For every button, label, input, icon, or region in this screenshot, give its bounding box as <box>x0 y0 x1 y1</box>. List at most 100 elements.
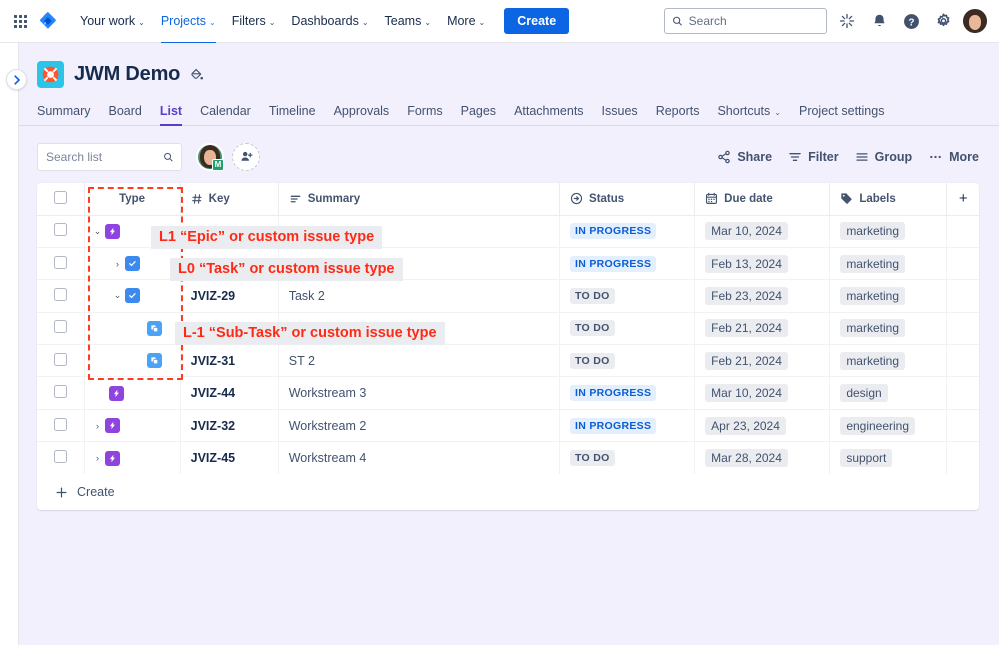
jira-logo-icon[interactable] <box>37 10 59 32</box>
row-labels-cell[interactable]: design <box>830 377 947 409</box>
row-due-cell[interactable]: Apr 23, 2024 <box>695 409 830 441</box>
tab-forms[interactable]: Forms <box>398 104 451 125</box>
row-checkbox-cell[interactable] <box>37 409 84 441</box>
row-checkbox-cell[interactable] <box>37 247 84 279</box>
row-key[interactable]: JVIZ-44 <box>180 377 278 409</box>
row-due-cell[interactable]: Mar 10, 2024 <box>695 377 830 409</box>
group-button[interactable]: Group <box>855 150 913 164</box>
row-due-cell[interactable]: Mar 10, 2024 <box>695 215 830 247</box>
tab-project-settings[interactable]: Project settings <box>790 104 893 125</box>
tab-attachments[interactable]: Attachments <box>505 104 592 125</box>
row-checkbox-cell[interactable] <box>37 377 84 409</box>
row-labels-cell[interactable]: marketing <box>830 247 947 279</box>
row-summary[interactable]: Workstream 3 <box>278 377 559 409</box>
list-search-box[interactable] <box>37 143 182 171</box>
row-due-cell[interactable]: Feb 21, 2024 <box>695 345 830 377</box>
row-due-cell[interactable]: Feb 21, 2024 <box>695 312 830 344</box>
global-search-box[interactable] <box>664 8 827 34</box>
expand-chevron-icon[interactable]: ⌄ <box>91 226 105 237</box>
col-summary[interactable]: Summary <box>278 183 559 215</box>
profile-avatar[interactable] <box>963 9 987 33</box>
row-labels-cell[interactable]: marketing <box>830 215 947 247</box>
col-select-all[interactable] <box>37 183 84 215</box>
row-summary[interactable]: Workstream 4 <box>278 442 559 474</box>
tab-summary[interactable]: Summary <box>37 104 99 125</box>
row-checkbox-cell[interactable] <box>37 345 84 377</box>
row-checkbox[interactable] <box>54 288 67 301</box>
row-summary[interactable]: ST 2 <box>278 345 559 377</box>
nav-item-your-work[interactable]: Your work ⌄ <box>73 9 152 33</box>
table-row[interactable]: JVIZ-44 Workstream 3 IN PROGRESS Mar 10,… <box>37 377 979 409</box>
tab-issues[interactable]: Issues <box>593 104 647 125</box>
row-checkbox[interactable] <box>54 450 67 463</box>
add-person-icon[interactable] <box>232 143 260 171</box>
row-labels-cell[interactable]: marketing <box>830 345 947 377</box>
tab-shortcuts[interactable]: Shortcuts ⌄ <box>708 104 790 125</box>
select-all-checkbox[interactable] <box>54 191 67 204</box>
nav-item-more[interactable]: More ⌄ <box>440 9 492 33</box>
row-checkbox[interactable] <box>54 353 67 366</box>
row-status-cell[interactable]: IN PROGRESS <box>560 377 695 409</box>
row-key[interactable]: JVIZ-45 <box>180 442 278 474</box>
nav-item-filters[interactable]: Filters ⌄ <box>225 9 283 33</box>
notifications-bell-icon[interactable] <box>867 9 891 33</box>
col-due-date[interactable]: Due date <box>695 183 830 215</box>
row-status-cell[interactable]: TO DO <box>560 280 695 312</box>
row-status-cell[interactable]: IN PROGRESS <box>560 409 695 441</box>
row-checkbox[interactable] <box>54 418 67 431</box>
row-checkbox-cell[interactable] <box>37 280 84 312</box>
row-labels-cell[interactable]: marketing <box>830 312 947 344</box>
row-summary[interactable]: Task 2 <box>278 280 559 312</box>
create-issue-row[interactable]: Create <box>37 474 979 510</box>
table-row[interactable]: › JVIZ-45 Workstream 4 TO DO Mar 28, 202… <box>37 442 979 474</box>
create-button[interactable]: Create <box>504 8 569 34</box>
expand-chevron-icon[interactable]: › <box>91 453 105 463</box>
nav-item-projects[interactable]: Projects ⌄ <box>154 9 223 33</box>
row-status-cell[interactable]: TO DO <box>560 345 695 377</box>
tab-board[interactable]: Board <box>99 104 150 125</box>
row-due-cell[interactable]: Feb 13, 2024 <box>695 247 830 279</box>
row-status-cell[interactable]: TO DO <box>560 312 695 344</box>
row-labels-cell[interactable]: support <box>830 442 947 474</box>
row-summary[interactable]: Workstream 2 <box>278 409 559 441</box>
search-list-input[interactable] <box>46 150 157 164</box>
tab-pages[interactable]: Pages <box>452 104 505 125</box>
col-add-column[interactable]: + <box>947 183 979 215</box>
row-checkbox[interactable] <box>54 385 67 398</box>
col-key[interactable]: Key <box>180 183 278 215</box>
expand-chevron-icon[interactable]: ⌄ <box>111 290 125 301</box>
share-button[interactable]: Share <box>717 150 772 164</box>
row-labels-cell[interactable]: engineering <box>830 409 947 441</box>
expand-chevron-icon[interactable]: › <box>91 421 105 431</box>
expand-chevron-icon[interactable]: › <box>111 259 125 269</box>
row-checkbox[interactable] <box>54 320 67 333</box>
tab-timeline[interactable]: Timeline <box>260 104 325 125</box>
table-row[interactable]: › JVIZ-32 Workstream 2 IN PROGRESS Apr 2… <box>37 409 979 441</box>
row-key[interactable]: JVIZ-29 <box>180 280 278 312</box>
sparkle-icon[interactable] <box>835 9 859 33</box>
table-row[interactable]: JVIZ-31 ST 2 TO DO Feb 21, 2024 marketin… <box>37 345 979 377</box>
tab-list[interactable]: List <box>151 104 191 125</box>
col-labels[interactable]: Labels <box>830 183 947 215</box>
tab-calendar[interactable]: Calendar <box>191 104 260 125</box>
tab-approvals[interactable]: Approvals <box>325 104 399 125</box>
row-status-cell[interactable]: IN PROGRESS <box>560 247 695 279</box>
member-avatar[interactable]: M <box>196 143 224 171</box>
app-switcher-icon[interactable] <box>14 15 27 28</box>
settings-gear-icon[interactable] <box>931 9 955 33</box>
row-checkbox[interactable] <box>54 223 67 236</box>
edit-color-icon[interactable] <box>190 68 204 82</box>
filter-button[interactable]: Filter <box>788 150 839 164</box>
search-input[interactable] <box>689 14 819 28</box>
row-checkbox-cell[interactable] <box>37 215 84 247</box>
tab-reports[interactable]: Reports <box>647 104 709 125</box>
row-labels-cell[interactable]: marketing <box>830 280 947 312</box>
row-status-cell[interactable]: TO DO <box>560 442 695 474</box>
expand-sidebar-button[interactable] <box>6 69 27 90</box>
col-type[interactable]: Type <box>84 183 180 215</box>
row-checkbox-cell[interactable] <box>37 312 84 344</box>
row-checkbox-cell[interactable] <box>37 442 84 474</box>
row-checkbox[interactable] <box>54 256 67 269</box>
nav-item-teams[interactable]: Teams ⌄ <box>378 9 439 33</box>
help-icon[interactable]: ? <box>899 9 923 33</box>
